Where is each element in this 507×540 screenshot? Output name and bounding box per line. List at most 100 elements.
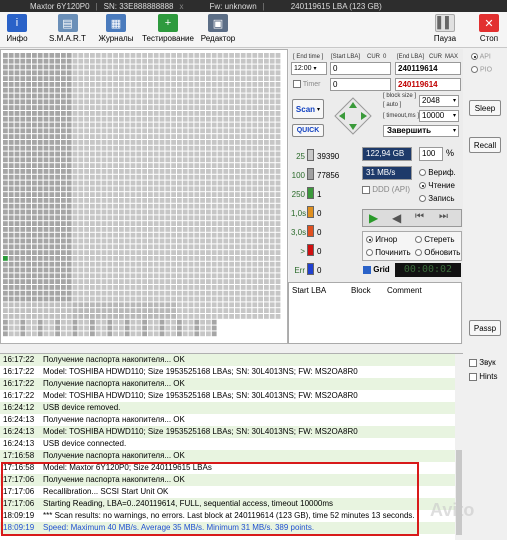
timer-field[interactable]: 0: [330, 78, 391, 91]
map-cell: [124, 290, 130, 296]
map-cell: [229, 261, 234, 267]
pause-button[interactable]: ▌▌ Пауза: [430, 14, 460, 46]
map-cell: [119, 151, 124, 157]
sleep-button[interactable]: Sleep: [469, 100, 501, 116]
ddd-checkbox[interactable]: DDD (API): [362, 185, 410, 194]
hints-checkbox[interactable]: Hints: [469, 372, 497, 381]
rewind-icon[interactable]: ◀: [392, 211, 401, 225]
timer-checkbox[interactable]: Timer: [293, 80, 320, 88]
map-cell: [26, 64, 31, 70]
log-time: 16:17:22: [3, 391, 35, 400]
map-cell: [49, 192, 55, 197]
erase-label: Стереть: [424, 235, 455, 244]
map-cell: [264, 140, 269, 145]
api-radio[interactable]: API: [471, 53, 491, 60]
log-time: 18:09:19: [3, 523, 35, 532]
info-button[interactable]: i Инфо: [3, 14, 31, 46]
map-cell: [78, 250, 84, 255]
direction-pad[interactable]: [333, 96, 373, 136]
map-cell: [124, 140, 130, 145]
map-cell: [136, 308, 142, 313]
map-cell: [84, 250, 89, 255]
map-cell: [159, 151, 165, 157]
read-radio[interactable]: Чтение: [419, 181, 455, 190]
map-cell: [200, 261, 205, 267]
map-cell: [3, 192, 8, 197]
map-cell: [3, 267, 8, 273]
map-cell: [171, 145, 176, 151]
map-cell: [124, 325, 130, 331]
map-cell: [275, 111, 281, 116]
quick-button[interactable]: QUICK: [292, 124, 324, 137]
map-cell: [148, 325, 153, 331]
refresh-radio[interactable]: Обновить: [415, 248, 460, 257]
erase-radio[interactable]: Стереть: [415, 235, 455, 244]
verify-radio[interactable]: Вериф.: [419, 168, 456, 177]
ignore-radio[interactable]: Игнор: [366, 235, 397, 244]
map-cell: [275, 76, 281, 81]
map-cell: [61, 140, 66, 145]
map-cell: [206, 308, 211, 313]
timeout-select[interactable]: 10000 ▾: [419, 110, 459, 122]
map-cell: [258, 122, 263, 128]
block-size-select[interactable]: 2048 ▾: [419, 95, 459, 107]
map-cell: [32, 261, 37, 267]
editor-button[interactable]: ▣ Редактор: [200, 14, 236, 46]
drive-model: Maxtor 6Y120P0: [30, 1, 90, 11]
testing-button[interactable]: + Тестирование: [141, 14, 195, 46]
map-cell: [142, 215, 147, 221]
map-cell: [240, 250, 246, 255]
map-cell: [252, 285, 258, 290]
map-cell: [113, 140, 118, 145]
map-cell: [14, 122, 20, 128]
map-cell: [8, 151, 14, 157]
map-cell: [32, 163, 37, 168]
smart-button[interactable]: ▤ S.M.A.R.T: [45, 14, 90, 46]
sound-checkbox[interactable]: Звук: [469, 358, 496, 367]
grid-checkbox[interactable]: Grid: [363, 265, 390, 274]
map-cell: [49, 198, 55, 203]
passp-button[interactable]: Passp: [469, 320, 501, 336]
map-cell: [90, 308, 95, 313]
finish-action-select[interactable]: Завершить ▾: [383, 125, 459, 137]
map-cell: [217, 70, 223, 76]
play-icon[interactable]: ▶: [369, 211, 378, 225]
map-cell: [95, 331, 101, 337]
journals-button[interactable]: ▦ Журналы: [96, 14, 136, 46]
map-cell: [252, 116, 258, 122]
map-cell: [264, 256, 269, 261]
end-lba-field[interactable]: 240119614: [395, 62, 461, 75]
map-cell: [223, 215, 229, 221]
map-cell: [37, 256, 43, 261]
scan-button[interactable]: Scan ▾: [292, 99, 324, 119]
map-cell: [3, 209, 8, 215]
map-cell: [14, 198, 20, 203]
log-text: Получение паспорта накопителя... OK: [43, 475, 185, 484]
recall-button[interactable]: Recall: [469, 137, 501, 153]
map-cell: [177, 116, 182, 122]
map-cell: [95, 128, 101, 134]
map-cell: [95, 203, 101, 209]
map-cell: [159, 116, 165, 122]
map-cell: [55, 192, 60, 197]
map-cell: [165, 261, 171, 267]
log-scroll-thumb[interactable]: [456, 450, 462, 535]
map-cell: [165, 76, 171, 81]
map-cell: [55, 238, 60, 244]
start-lba-field[interactable]: 0: [330, 62, 391, 75]
legend-swatch: [307, 187, 314, 199]
map-cell: [90, 192, 95, 197]
skip-icon[interactable]: ⏮: [415, 211, 424, 222]
map-cell: [200, 203, 205, 209]
map-cell: [148, 93, 153, 99]
map-cell: [95, 93, 101, 99]
pio-radio[interactable]: PIO: [471, 66, 492, 73]
stop-button[interactable]: ✕ Стоп: [475, 14, 503, 46]
map-cell: [84, 157, 89, 163]
map-cell: [148, 186, 153, 192]
end-time-field[interactable]: 12:00 ▾: [291, 62, 327, 75]
write-radio[interactable]: Запись: [419, 194, 454, 203]
repair-radio[interactable]: Починить: [366, 248, 411, 257]
end-icon[interactable]: ⏭: [439, 211, 448, 222]
map-cell: [43, 64, 49, 70]
